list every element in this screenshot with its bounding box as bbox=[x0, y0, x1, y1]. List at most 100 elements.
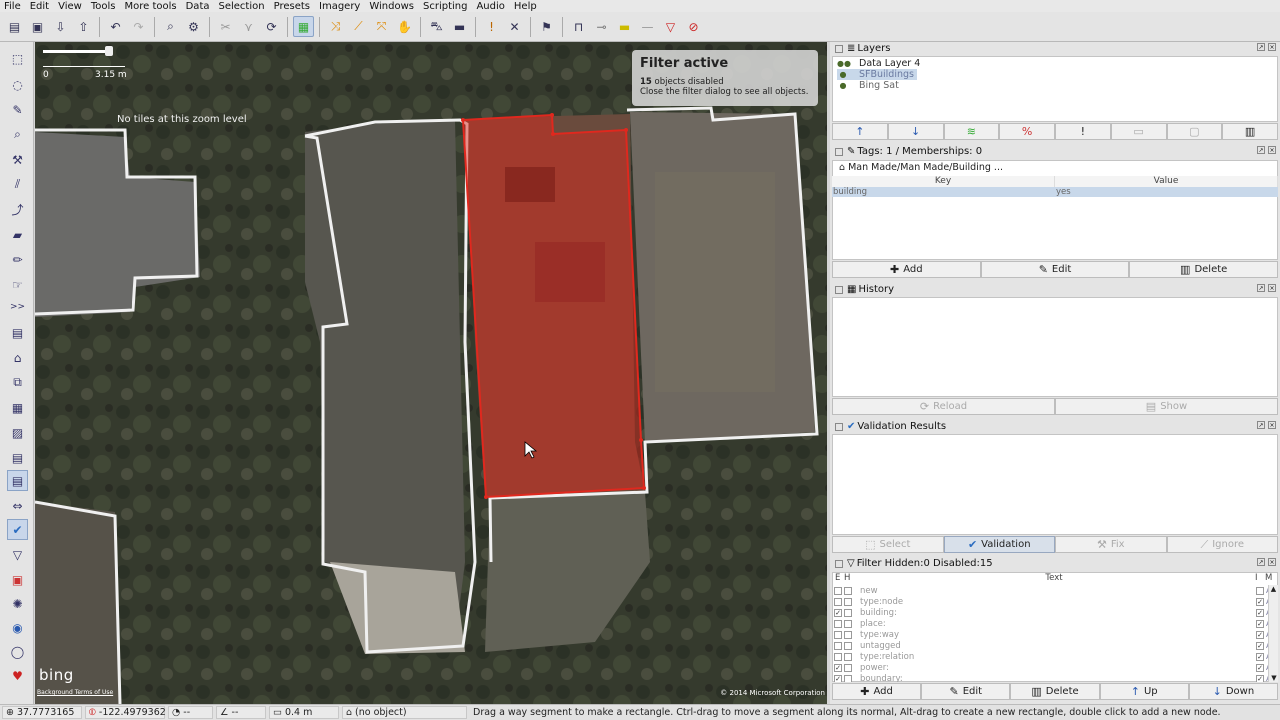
menu-audio[interactable]: Audio bbox=[476, 1, 504, 12]
building-mode-icon[interactable]: ▰ bbox=[7, 224, 28, 245]
list-item[interactable]: type:way✓A bbox=[834, 629, 1274, 640]
preset-link[interactable]: ⌂ Man Made/Man Made/Building ... bbox=[839, 162, 1003, 173]
up-button[interactable]: ↑ Up bbox=[1099, 683, 1189, 700]
layer-info-button[interactable]: ! bbox=[1055, 123, 1111, 140]
tag-icon[interactable]: ⌂ bbox=[7, 347, 28, 368]
menu-windows[interactable]: Windows bbox=[369, 1, 414, 12]
ignore-button[interactable]: ⟋ Ignore bbox=[1166, 536, 1278, 553]
building-tool-icon[interactable]: ▦ bbox=[293, 16, 314, 37]
list-item[interactable]: ✓building:✓A bbox=[834, 607, 1274, 618]
zoom-slider-knob[interactable] bbox=[105, 46, 113, 56]
validation-button[interactable]: ✔ Validation bbox=[943, 536, 1055, 553]
no-entry-icon[interactable]: ⊘ bbox=[683, 16, 704, 37]
hide-checkbox[interactable] bbox=[844, 586, 852, 595]
image-icon[interactable]: ▨ bbox=[7, 422, 28, 443]
reload-button[interactable]: ⟳ Reload bbox=[832, 398, 1055, 415]
hide-checkbox[interactable] bbox=[844, 674, 852, 682]
location-pin-icon[interactable]: ♥ bbox=[7, 665, 28, 686]
layer-row[interactable]: ● Bing Sat bbox=[837, 80, 899, 91]
menu-presets[interactable]: Presets bbox=[274, 1, 310, 12]
select-button[interactable]: ⬚ Select bbox=[832, 536, 944, 553]
col-i[interactable]: I bbox=[1255, 573, 1265, 584]
path-tool-icon[interactable]: ⤨ bbox=[325, 16, 346, 37]
enable-checkbox[interactable] bbox=[834, 597, 842, 606]
relation-icon[interactable]: ⧉ bbox=[7, 372, 28, 393]
zoom-tool-icon[interactable]: ⌕ bbox=[7, 124, 28, 145]
invert-checkbox[interactable]: ✓ bbox=[1256, 597, 1264, 606]
dash-icon[interactable]: — bbox=[637, 16, 658, 37]
upload-icon[interactable]: ⇧ bbox=[73, 16, 94, 37]
delete-filter-button[interactable]: ▥ Delete bbox=[1010, 683, 1100, 700]
invert-checkbox[interactable]: ✓ bbox=[1256, 652, 1264, 661]
delete-tag-button[interactable]: ▥ Delete bbox=[1129, 261, 1279, 278]
menu-scripting[interactable]: Scripting bbox=[423, 1, 467, 12]
detach-icon[interactable]: ↗ bbox=[1257, 146, 1265, 154]
collapse-icon[interactable] bbox=[835, 559, 843, 568]
open-file-icon[interactable]: ▤ bbox=[4, 16, 25, 37]
collapse-icon[interactable] bbox=[835, 422, 843, 431]
enable-checkbox[interactable] bbox=[834, 641, 842, 650]
collapse-icon[interactable] bbox=[835, 285, 843, 294]
background-terms-link[interactable]: Background Terms of Use bbox=[37, 689, 113, 696]
show-button[interactable]: ▤ Show bbox=[1055, 398, 1278, 415]
close-icon[interactable]: × bbox=[1268, 558, 1276, 566]
barrier-icon[interactable]: ⚑ bbox=[536, 16, 557, 37]
enable-checkbox[interactable]: ✓ bbox=[834, 608, 842, 617]
close-icon[interactable]: × bbox=[1268, 421, 1276, 429]
delete-layer-button[interactable]: ▥ bbox=[1222, 123, 1278, 140]
enable-checkbox[interactable] bbox=[834, 630, 842, 639]
layer-row[interactable]: ●● Data Layer 4 bbox=[837, 58, 920, 69]
scroll-down-icon[interactable]: ▼ bbox=[1269, 674, 1279, 682]
col-m[interactable]: M bbox=[1265, 573, 1275, 584]
col-h[interactable]: H bbox=[844, 573, 853, 584]
key-column-header[interactable]: Key bbox=[832, 176, 1055, 187]
reverse-way-icon[interactable]: ⟳ bbox=[261, 16, 282, 37]
bus-icon[interactable]: ▬ bbox=[449, 16, 470, 37]
edit-tag-button[interactable]: ✎ Edit bbox=[980, 261, 1130, 278]
menu-more-tools[interactable]: More tools bbox=[124, 1, 176, 12]
history-panel-header[interactable]: ▦ History ↗ × bbox=[832, 283, 1278, 296]
settings-icon[interactable]: ✺ bbox=[7, 593, 28, 614]
add-tag-button[interactable]: ✚ Add bbox=[832, 261, 981, 278]
menu-help[interactable]: Help bbox=[514, 1, 537, 12]
list-item[interactable]: ✓boundary:✓A bbox=[834, 673, 1274, 682]
edit-filter-button[interactable]: ✎ Edit bbox=[921, 683, 1011, 700]
tag-value[interactable]: yes bbox=[1055, 187, 1278, 197]
filter-scrollbar[interactable]: ▲ ▼ bbox=[1268, 585, 1278, 682]
zoom-slider[interactable] bbox=[43, 50, 109, 53]
validation-panel-header[interactable]: ✔ Validation Results ↗ × bbox=[832, 420, 1278, 433]
layers-icon[interactable]: ▤ bbox=[7, 470, 28, 491]
lasso-tool-icon[interactable]: ◌ bbox=[7, 74, 28, 95]
list-item[interactable]: type:relation✓A bbox=[834, 651, 1274, 662]
conflict-icon[interactable]: ⇔ bbox=[7, 495, 28, 516]
list-item[interactable]: type:node✓A bbox=[834, 596, 1274, 607]
enable-checkbox[interactable] bbox=[834, 586, 842, 595]
menu-selection[interactable]: Selection bbox=[219, 1, 265, 12]
layer-activate-button[interactable]: ▢ bbox=[1166, 123, 1223, 140]
combine-way-icon[interactable]: ⋎ bbox=[238, 16, 259, 37]
tag-key[interactable]: building bbox=[832, 187, 1055, 197]
hide-checkbox[interactable] bbox=[844, 641, 852, 650]
menu-tools[interactable]: Tools bbox=[91, 1, 116, 12]
col-e[interactable]: E bbox=[835, 573, 844, 584]
collapse-icon[interactable] bbox=[835, 147, 843, 156]
list-item[interactable]: ✓power:✓A bbox=[834, 662, 1274, 673]
close-icon[interactable]: × bbox=[1268, 146, 1276, 154]
notes-icon[interactable]: ▤ bbox=[7, 447, 28, 468]
split-way-icon[interactable]: ✂ bbox=[215, 16, 236, 37]
enable-checkbox[interactable] bbox=[834, 652, 842, 661]
hide-checkbox[interactable] bbox=[844, 663, 852, 672]
close-icon[interactable]: × bbox=[1268, 284, 1276, 292]
map-view[interactable]: 0 3.15 m No tiles at this zoom level Fil… bbox=[35, 42, 827, 704]
menu-edit[interactable]: Edit bbox=[30, 1, 49, 12]
tags-panel-header[interactable]: ✎ Tags: 1 / Memberships: 0 ↗ × bbox=[832, 145, 1278, 158]
invert-checkbox[interactable]: ✓ bbox=[1256, 619, 1264, 628]
distribute-nodes-icon[interactable]: ⤧ bbox=[371, 16, 392, 37]
warning-icon[interactable]: ! bbox=[481, 16, 502, 37]
move-up-button[interactable]: ↑ bbox=[832, 123, 888, 140]
save-icon[interactable]: ▣ bbox=[27, 16, 48, 37]
help-icon[interactable]: ◉ bbox=[7, 617, 28, 638]
detach-icon[interactable]: ↗ bbox=[1257, 421, 1265, 429]
menu-file[interactable]: File bbox=[4, 1, 21, 12]
filter-panel-header[interactable]: ▽ Filter Hidden:0 Disabled:15 ↗ × bbox=[832, 557, 1278, 570]
